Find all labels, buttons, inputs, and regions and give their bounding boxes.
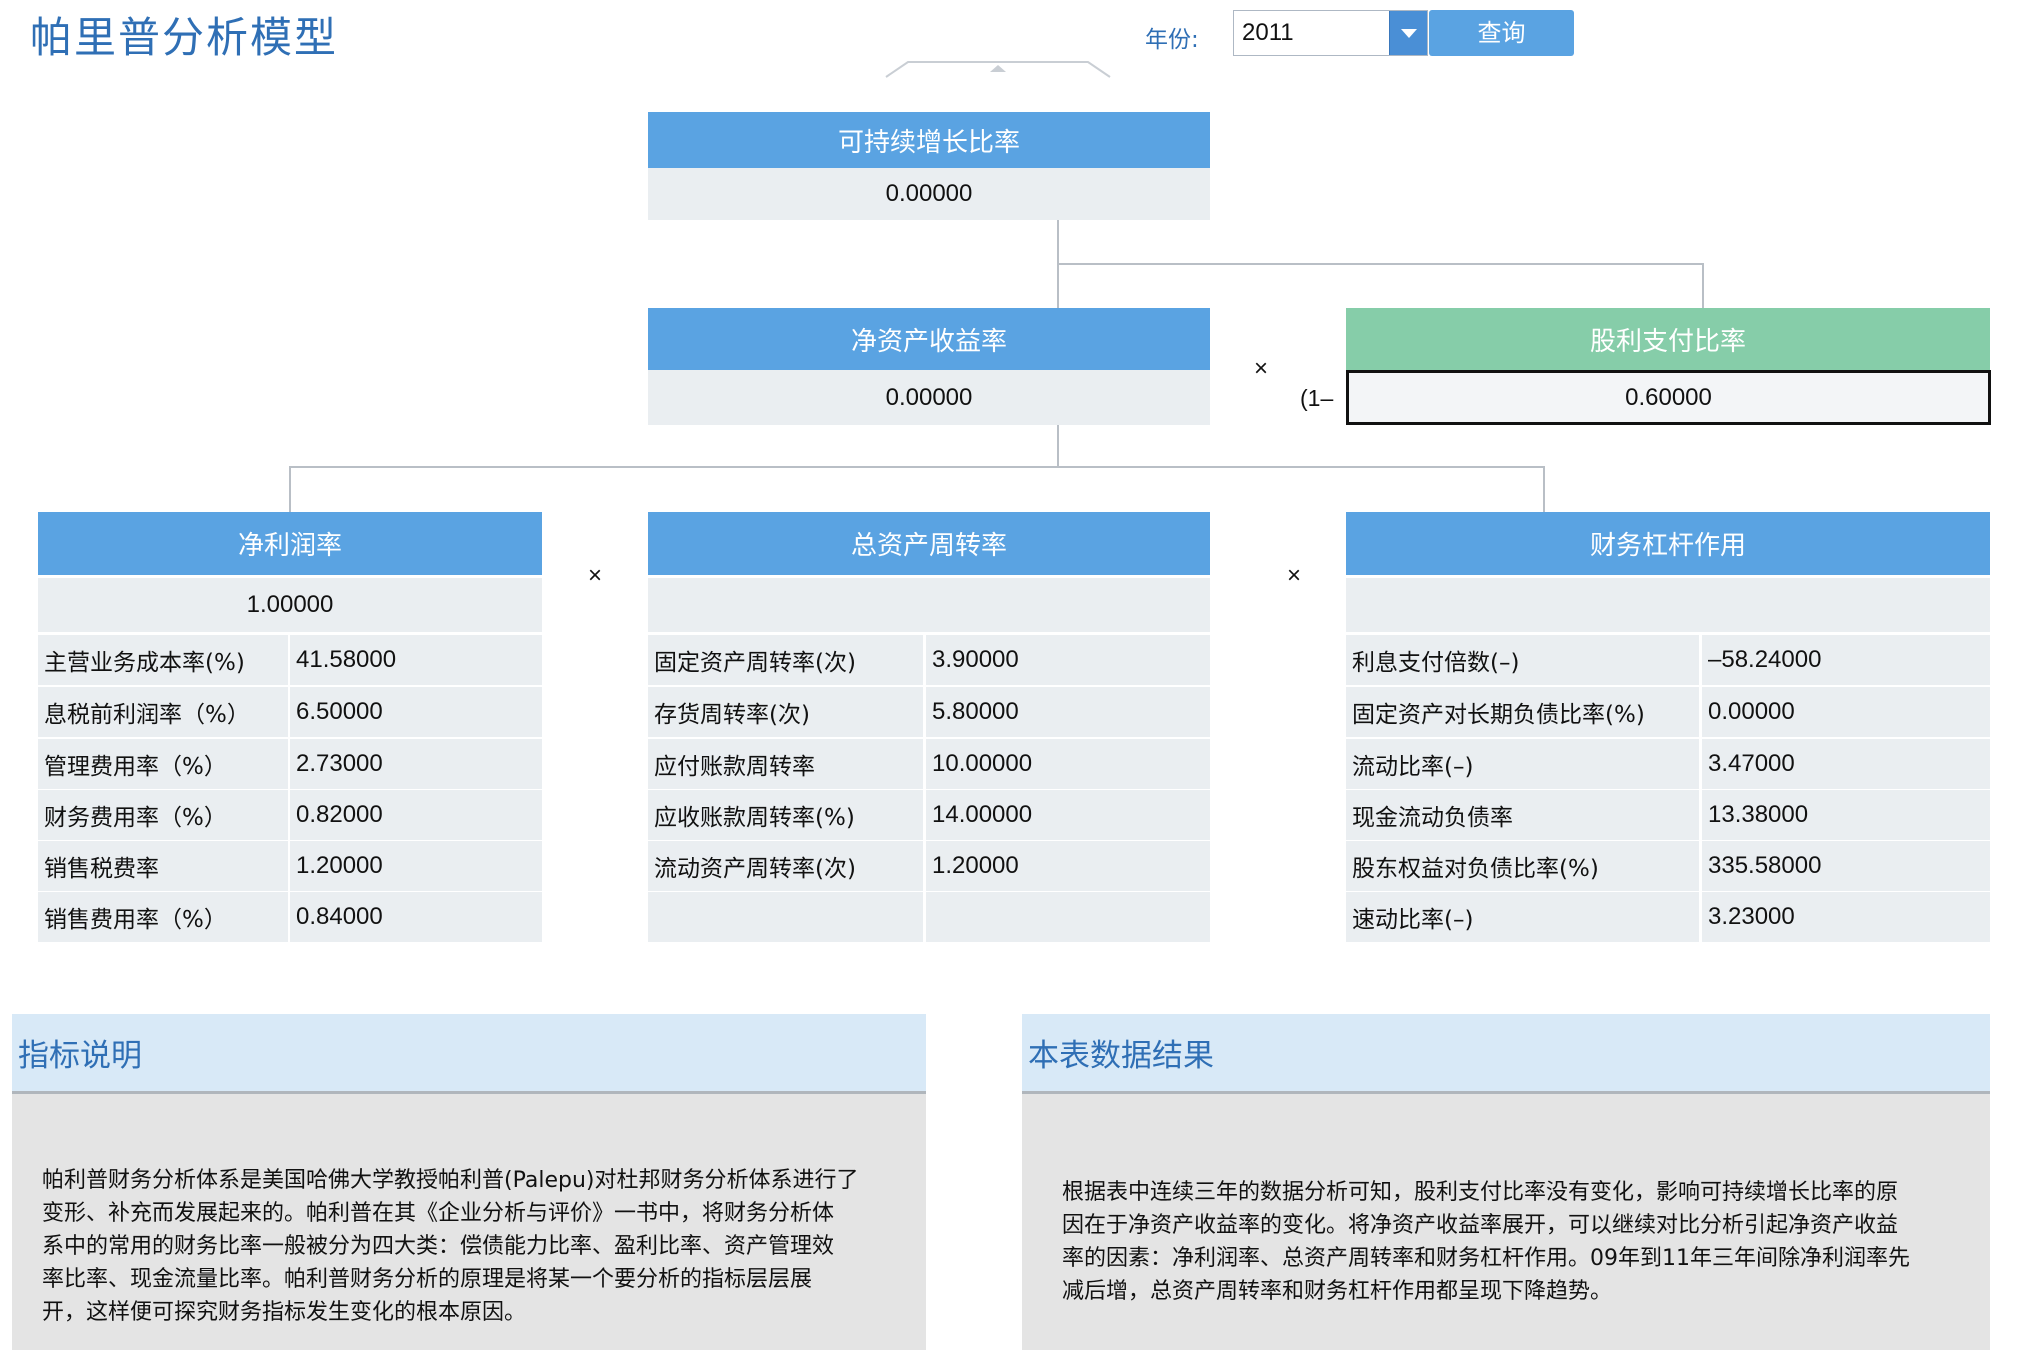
leverage-row-name: 流动比率(–): [1346, 739, 1699, 789]
explanation-line: 系中的常用的财务比率一般被分为四大类：偿债能力比率、盈利比率、资产管理效: [42, 1234, 835, 1259]
asset-turnover-row-name: [648, 892, 923, 942]
leverage-row-name: 固定资产对长期负债比率(%): [1346, 687, 1699, 737]
collapse-toggle[interactable]: [884, 60, 1112, 78]
explanation-line: 变形、补充而发展起来的。帕利普在其《企业分析与评价》一书中，将财务分析体: [42, 1201, 835, 1226]
net-margin-value: 1.00000: [38, 578, 542, 632]
query-button[interactable]: 查询: [1429, 10, 1574, 56]
leverage-row-name: 现金流动负债率: [1346, 790, 1699, 840]
net-margin-row-name: 息税前利润率（%）: [38, 687, 288, 737]
result-line: 减后增，总资产周转率和财务杠杆作用都呈现下降趋势。: [1062, 1279, 1613, 1304]
asset-turnover-row-value: [926, 892, 1210, 942]
explanation-line: 率比率、现金流量比率。帕利普财务分析的原理是将某一个要分析的指标层层展: [42, 1267, 813, 1292]
net-margin-row-name: 销售费用率（%）: [38, 892, 288, 942]
leverage-row-name: 速动比率(–): [1346, 892, 1699, 942]
dividend-payout-value[interactable]: 0.60000: [1346, 370, 1991, 425]
explanation-panel-title: 指标说明: [12, 1014, 926, 1094]
net-margin-row-name: 管理费用率（%）: [38, 739, 288, 789]
connector-line: [289, 466, 1545, 468]
year-value: 2011: [1242, 19, 1294, 46]
page-title: 帕里普分析模型: [30, 13, 339, 62]
asset-turnover-row-name: 流动资产周转率(次): [648, 841, 923, 891]
result-line: 根据表中连续三年的数据分析可知，股利支付比率没有变化，影响可持续增长比率的原: [1062, 1180, 1899, 1205]
leverage-row-value: 3.47000: [1702, 739, 1990, 789]
multiply-operator: ×: [1254, 355, 1269, 382]
year-label: 年份:: [1145, 27, 1199, 53]
connector-line: [1543, 466, 1545, 512]
asset-turnover-row-value: 10.00000: [926, 739, 1210, 789]
explanation-line: 开，这样便可探究财务指标发生变化的根本原因。: [42, 1300, 527, 1325]
net-margin-header: 净利润率: [38, 512, 542, 575]
result-line: 因在于净资产收益率的变化。将净资产收益率展开，可以继续对比分析引起净资产收益: [1062, 1213, 1899, 1238]
leverage-row-value: 13.38000: [1702, 790, 1990, 840]
result-panel-title: 本表数据结果: [1022, 1014, 1990, 1094]
asset-turnover-row-value: 14.00000: [926, 790, 1210, 840]
asset-turnover-row-name: 固定资产周转率(次): [648, 635, 923, 685]
asset-turnover-row-name: 应收账款周转率(%): [648, 790, 923, 840]
asset-turnover-value: [648, 578, 1210, 632]
explanation-panel-body: 帕利普财务分析体系是美国哈佛大学教授帕利普(Palepu)对杜邦财务分析体系进行…: [12, 1094, 926, 1350]
asset-turnover-header: 总资产周转率: [648, 512, 1210, 575]
dividend-payout-header: 股利支付比率: [1346, 308, 1990, 370]
multiply-operator: ×: [1287, 562, 1302, 589]
net-margin-row-value: 2.73000: [290, 739, 542, 789]
net-margin-row-name: 财务费用率（%）: [38, 790, 288, 840]
leverage-row-value: 0.00000: [1702, 687, 1990, 737]
net-margin-row-value: 0.84000: [290, 892, 542, 942]
leverage-row-value: 3.23000: [1702, 892, 1990, 942]
connector-line: [1057, 263, 1704, 265]
year-select[interactable]: 2011: [1233, 10, 1428, 56]
asset-turnover-row-value: 3.90000: [926, 635, 1210, 685]
leverage-row-name: 利息支付倍数(–): [1346, 635, 1699, 685]
leverage-row-value: –58.24000: [1702, 635, 1990, 685]
asset-turnover-row-value: 1.20000: [926, 841, 1210, 891]
net-margin-row-value: 1.20000: [290, 841, 542, 891]
roe-value: 0.00000: [648, 370, 1210, 425]
leverage-value: [1346, 578, 1990, 632]
asset-turnover-row-name: 应付账款周转率: [648, 739, 923, 789]
result-panel-body: 根据表中连续三年的数据分析可知，股利支付比率没有变化，影响可持续增长比率的原 因…: [1022, 1094, 1990, 1350]
net-margin-row-value: 41.58000: [290, 635, 542, 685]
asset-turnover-row-value: 5.80000: [926, 687, 1210, 737]
multiply-operator: ×: [588, 562, 603, 589]
net-margin-row-name: 销售税费率: [38, 841, 288, 891]
leverage-row-name: 股东权益对负债比率(%): [1346, 841, 1699, 891]
connector-line: [1057, 425, 1059, 468]
asset-turnover-row-name: 存货周转率(次): [648, 687, 923, 737]
net-margin-row-value: 6.50000: [290, 687, 542, 737]
chevron-down-icon[interactable]: [1389, 11, 1427, 55]
net-margin-row-value: 0.82000: [290, 790, 542, 840]
one-minus-prefix: (1–: [1300, 385, 1334, 411]
connector-line: [289, 466, 291, 512]
explanation-line: 帕利普财务分析体系是美国哈佛大学教授帕利普(Palepu)对杜邦财务分析体系进行…: [42, 1168, 859, 1193]
leverage-header: 财务杠杆作用: [1346, 512, 1990, 575]
net-margin-row-name: 主营业务成本率(%): [38, 635, 288, 685]
sustainable-growth-header: 可持续增长比率: [648, 112, 1210, 168]
leverage-row-value: 335.58000: [1702, 841, 1990, 891]
connector-line: [1702, 263, 1704, 308]
roe-header: 净资产收益率: [648, 308, 1210, 370]
result-line: 率的因素：净利润率、总资产周转率和财务杠杆作用。09年到11年三年间除净利润率先: [1062, 1246, 1910, 1271]
sustainable-growth-value: 0.00000: [648, 168, 1210, 220]
